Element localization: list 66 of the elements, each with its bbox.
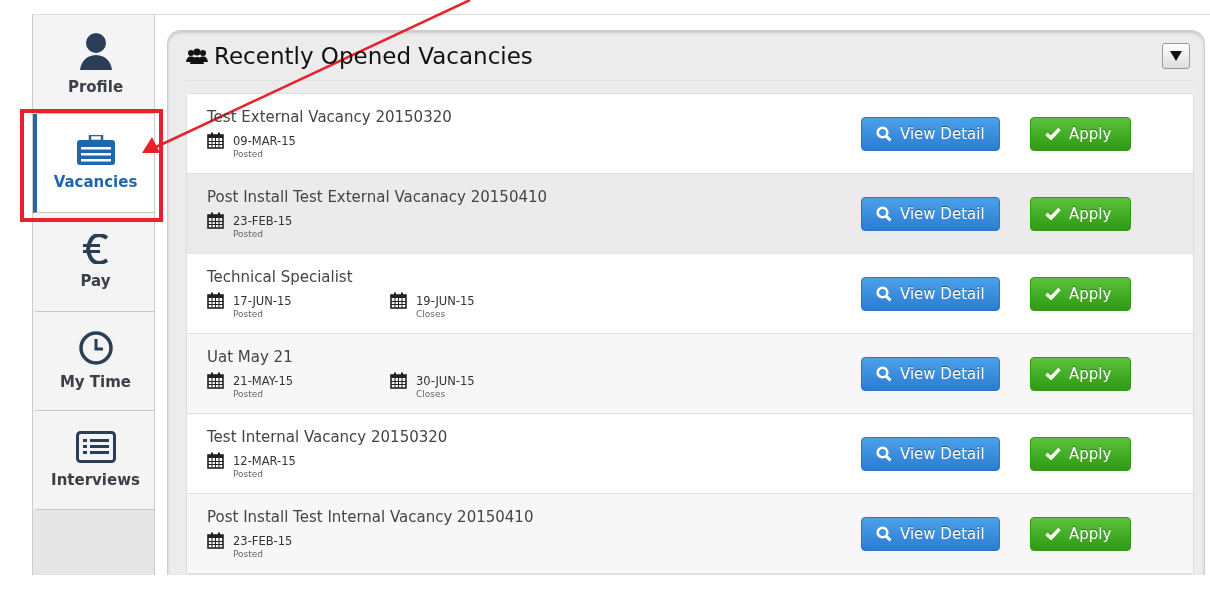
calendar-icon: [207, 452, 224, 469]
date-label: Posted: [233, 149, 265, 159]
search-icon: [876, 205, 892, 222]
sidebar-item[interactable]: Vacancies: [33, 114, 154, 213]
apply-button[interactable]: Apply: [1030, 196, 1131, 231]
clock-icon: [78, 331, 113, 365]
calendar-icon: [207, 292, 224, 309]
people-icon: [186, 47, 208, 64]
sidebar-item[interactable]: My Time: [33, 312, 154, 411]
date-text: 19-JUN-15: [416, 293, 476, 308]
date-label: Posted: [233, 309, 265, 319]
date-text: 30-JUN-15: [416, 373, 476, 388]
date-text: 23-FEB-15: [233, 533, 294, 548]
list-icon: [75, 431, 116, 463]
view-detail-button[interactable]: View Detail: [861, 516, 1000, 551]
vacancy-title: Post Install Test Internal Vacancy 20150410: [207, 508, 534, 526]
view-detail-button[interactable]: View Detail: [861, 436, 1000, 471]
date-text: 09-MAR-15: [233, 133, 297, 148]
view-detail-button[interactable]: View Detail: [861, 116, 1000, 151]
date-label: Posted: [233, 389, 265, 399]
vacancy-title: Test Internal Vacancy 20150320: [207, 428, 448, 446]
calendar-icon: [390, 372, 407, 389]
date-text: 23-FEB-15: [233, 213, 294, 228]
sidebar-item[interactable]: Pay: [33, 213, 154, 312]
view-detail-button[interactable]: View Detail: [861, 356, 1000, 391]
calendar-icon: [207, 532, 224, 549]
date-text: 21-MAY-15: [233, 373, 295, 388]
date-label: Posted: [233, 549, 265, 559]
apply-button[interactable]: Apply: [1030, 116, 1131, 151]
search-icon: [876, 525, 892, 542]
sidebar-item[interactable]: Profile: [33, 15, 154, 114]
date-text: 12-MAR-15: [233, 453, 297, 468]
search-icon: [876, 125, 892, 142]
check-icon: [1045, 127, 1061, 140]
search-icon: [876, 445, 892, 462]
calendar-icon: [207, 132, 224, 149]
date-text: 17-JUN-15: [233, 293, 293, 308]
vacancy-title: Uat May 21: [207, 348, 293, 366]
view-detail-button[interactable]: View Detail: [861, 276, 1000, 311]
search-icon: [876, 285, 892, 302]
view-detail-button[interactable]: View Detail: [861, 196, 1000, 231]
calendar-icon: [207, 372, 224, 389]
caret-icon: [1170, 50, 1182, 61]
check-icon: [1045, 527, 1061, 540]
apply-button[interactable]: Apply: [1030, 436, 1131, 471]
collapse-button[interactable]: [1162, 42, 1190, 69]
date-label: Posted: [233, 229, 265, 239]
sidebar-item[interactable]: Interviews: [33, 411, 154, 510]
check-icon: [1045, 367, 1061, 380]
calendar-icon: [390, 292, 407, 309]
person-icon: [79, 32, 112, 70]
date-label: Closes: [416, 389, 447, 399]
date-label: Posted: [233, 469, 265, 479]
apply-button[interactable]: Apply: [1030, 356, 1131, 391]
briefcase-icon: [76, 135, 115, 165]
date-label: Closes: [416, 309, 447, 319]
apply-button[interactable]: Apply: [1030, 276, 1131, 311]
search-icon: [876, 365, 892, 382]
calendar-icon: [207, 212, 224, 229]
check-icon: [1045, 207, 1061, 220]
vacancy-title: Post Install Test External Vacanacy 20150410: [207, 188, 548, 206]
check-icon: [1045, 447, 1061, 460]
vacancy-title: Technical Specialist: [207, 268, 353, 286]
euro-icon: [82, 234, 109, 264]
check-icon: [1045, 287, 1061, 300]
apply-button[interactable]: Apply: [1030, 516, 1131, 551]
